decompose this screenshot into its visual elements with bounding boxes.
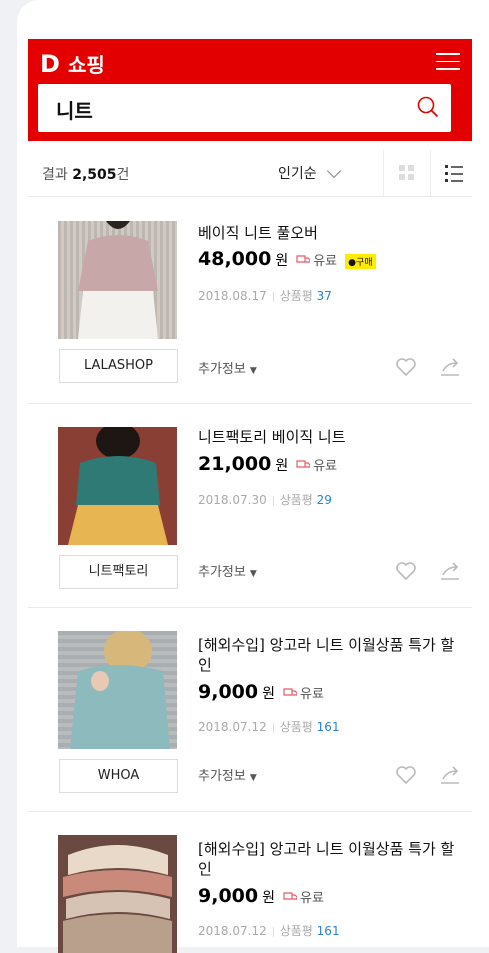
- shipping: 유료: [296, 455, 337, 474]
- logo-letter: D: [40, 49, 60, 78]
- chevron-down-icon: [326, 163, 341, 178]
- product-thumbnail[interactable]: [58, 631, 177, 749]
- shipping: 유료: [296, 250, 337, 269]
- heart-icon[interactable]: [395, 357, 417, 377]
- review-count[interactable]: 161: [317, 924, 340, 938]
- extra-info-toggle[interactable]: 추가정보 ▼: [198, 561, 257, 580]
- price: 21,000: [198, 453, 272, 475]
- price-row: 21,000 원 유료: [198, 453, 337, 475]
- product-thumbnail[interactable]: [58, 221, 177, 339]
- menu-icon[interactable]: [436, 53, 460, 71]
- list-view-icon[interactable]: [445, 164, 463, 182]
- currency: 원: [262, 890, 275, 906]
- product-item: 니트팩토리 베이직 니트 21,000 원 유료 2018.07.30 상품평 2…: [28, 403, 472, 608]
- shipping: 유료: [283, 683, 324, 702]
- product-title[interactable]: 베이직 니트 풀오버: [198, 223, 463, 243]
- product-thumbnail[interactable]: [58, 427, 177, 545]
- product-title[interactable]: [해외수입] 앙고라 니트 이월상품 특가 할인: [198, 635, 463, 675]
- search-icon[interactable]: [417, 96, 439, 118]
- price-row: 9,000 원 유료: [198, 885, 324, 907]
- divider: [430, 150, 431, 196]
- price-row: 9,000 원 유료: [198, 681, 324, 703]
- price: 9,000: [198, 885, 259, 907]
- currency: 원: [262, 686, 275, 702]
- share-icon[interactable]: [439, 561, 461, 581]
- grid-view-icon[interactable]: [399, 165, 415, 181]
- sort-bar: 결과 2,505건 인기순: [28, 150, 472, 197]
- header-bar: D 쇼핑: [28, 39, 472, 141]
- share-icon[interactable]: [439, 357, 461, 377]
- sort-dropdown[interactable]: 인기순: [278, 163, 341, 183]
- price: 9,000: [198, 681, 259, 703]
- review-count[interactable]: 37: [317, 289, 332, 303]
- shipping-icon: [283, 892, 297, 900]
- shop-button[interactable]: LALASHOP: [59, 349, 178, 383]
- logo-title: 쇼핑: [68, 53, 105, 77]
- product-meta: 2018.08.17 상품평 37: [198, 289, 332, 303]
- logo[interactable]: D 쇼핑: [40, 49, 105, 78]
- sort-label: 인기순: [278, 166, 317, 182]
- product-item: 베이직 니트 풀오버 48,000 원 유료 ●구매 2018.08.17 상품평…: [28, 197, 472, 404]
- product-thumbnail[interactable]: [58, 835, 177, 953]
- shop-button[interactable]: WHOA: [59, 759, 178, 793]
- buy-badge: ●구매: [345, 254, 376, 269]
- product-meta: 2018.07.12 상품평 161: [198, 924, 340, 938]
- shipping-icon: [296, 460, 311, 468]
- shop-button[interactable]: 니트팩토리: [59, 555, 178, 589]
- shipping-icon: [296, 255, 311, 263]
- heart-icon[interactable]: [395, 561, 417, 581]
- product-meta: 2018.07.30 상품평 29: [198, 493, 332, 507]
- currency: 원: [275, 458, 289, 474]
- extra-info-toggle[interactable]: 추가정보 ▼: [198, 358, 257, 377]
- share-icon[interactable]: [439, 765, 461, 785]
- product-title[interactable]: 니트팩토리 베이직 니트: [198, 427, 463, 447]
- heart-icon[interactable]: [395, 765, 417, 785]
- result-count: 결과 2,505건: [42, 167, 130, 183]
- divider: [383, 150, 384, 196]
- price-row: 48,000 원 유료 ●구매: [198, 248, 376, 270]
- shipping: 유료: [283, 887, 324, 906]
- extra-info-toggle[interactable]: 추가정보 ▼: [198, 765, 257, 784]
- product-item: [해외수입] 앙고라 니트 이월상품 특가 할인 9,000 원 유료 2018…: [28, 811, 472, 953]
- product-title[interactable]: [해외수입] 앙고라 니트 이월상품 특가 할인: [198, 839, 463, 879]
- review-count[interactable]: 29: [317, 493, 332, 507]
- review-count[interactable]: 161: [317, 720, 340, 734]
- result-number: 2,505: [72, 167, 117, 183]
- price: 48,000: [198, 248, 272, 270]
- search-box: [38, 84, 451, 132]
- chat-icon: ●: [348, 258, 356, 268]
- product-item: [해외수입] 앙고라 니트 이월상품 특가 할인 9,000 원 유료 2018…: [28, 607, 472, 812]
- currency: 원: [275, 253, 289, 269]
- shipping-icon: [283, 688, 297, 696]
- product-meta: 2018.07.12 상품평 161: [198, 720, 340, 734]
- search-input[interactable]: [54, 92, 398, 126]
